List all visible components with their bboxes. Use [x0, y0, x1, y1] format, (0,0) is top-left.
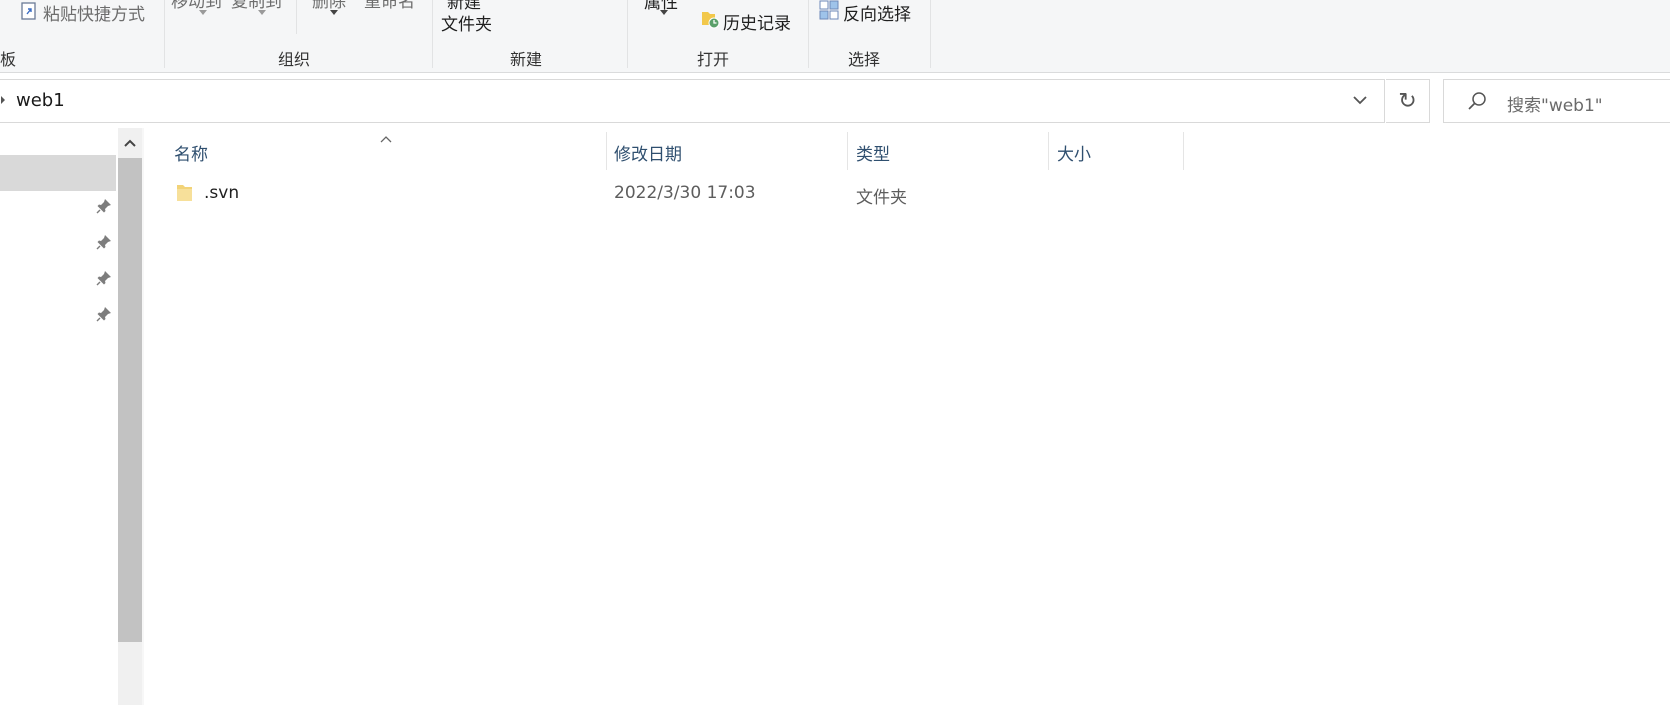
pin-icon[interactable]	[96, 234, 112, 254]
address-path[interactable]: web1	[16, 90, 65, 111]
column-separator[interactable]	[606, 132, 607, 170]
column-header-name[interactable]: 名称	[174, 140, 208, 165]
copy-to-dropdown-icon[interactable]	[258, 10, 266, 15]
history-button[interactable]: 历史记录	[723, 9, 791, 34]
new-folder-button[interactable]: 文件夹	[441, 10, 492, 35]
chevron-up-icon	[124, 139, 136, 147]
column-separator[interactable]	[1183, 132, 1184, 170]
pin-icon[interactable]	[96, 270, 112, 290]
select-group-label: 选择	[848, 50, 881, 69]
invert-selection-button[interactable]: 反向选择	[843, 0, 911, 25]
breadcrumb-arrow-icon[interactable]	[1, 96, 5, 104]
refresh-icon: ↻	[1398, 88, 1417, 114]
file-name[interactable]: .svn	[204, 183, 239, 203]
pane-divider[interactable]	[142, 128, 144, 705]
sort-ascending-icon	[379, 129, 393, 148]
move-to-dropdown-icon[interactable]	[199, 10, 207, 15]
invert-selection-icon[interactable]	[819, 0, 839, 24]
scroll-up-button[interactable]	[118, 128, 142, 158]
scrollbar-thumb[interactable]	[118, 158, 142, 642]
move-to-button[interactable]: 移动到	[171, 0, 222, 12]
delete-button[interactable]: 删除	[312, 0, 346, 12]
column-header-type[interactable]: 类型	[856, 140, 890, 165]
ribbon-separator	[432, 0, 433, 68]
search-icon	[1466, 90, 1488, 116]
column-header-modified[interactable]: 修改日期	[614, 140, 682, 165]
search-input[interactable]: 搜索"web1"	[1507, 91, 1603, 116]
properties-dropdown-icon[interactable]	[660, 10, 668, 15]
copy-to-button[interactable]: 复制到	[231, 0, 282, 12]
paste-shortcut-button[interactable]: 粘贴快捷方式	[43, 0, 145, 25]
folder-icon	[176, 183, 194, 207]
chevron-down-icon[interactable]	[1352, 92, 1368, 112]
search-box[interactable]: 搜索"web1"	[1443, 79, 1670, 123]
organize-group-label: 组织	[278, 50, 311, 69]
clipboard-group-label: 板	[0, 50, 17, 69]
history-icon[interactable]	[700, 9, 720, 33]
column-header-size[interactable]: 大小	[1057, 140, 1091, 165]
delete-dropdown-icon[interactable]	[330, 10, 338, 15]
ribbon-separator	[164, 0, 165, 68]
address-bar[interactable]: web1	[0, 79, 1385, 123]
paste-shortcut-icon[interactable]	[21, 1, 37, 25]
column-separator[interactable]	[847, 132, 848, 170]
nav-item-selected[interactable]	[0, 155, 116, 191]
file-modified: 2022/3/30 17:03	[614, 183, 756, 203]
ribbon-separator	[296, 0, 297, 34]
ribbon-separator	[808, 0, 809, 68]
ribbon-separator	[627, 0, 628, 68]
new-group-label: 新建	[510, 50, 543, 69]
ribbon-separator	[930, 0, 931, 68]
pin-icon[interactable]	[96, 198, 112, 218]
ribbon: 粘贴快捷方式 板 移动到 复制到 删除 重命名 组织 新建 文件夹 新建 属性 …	[0, 0, 1670, 73]
open-group-label: 打开	[697, 50, 730, 69]
rename-button[interactable]: 重命名	[364, 0, 415, 12]
pin-icon[interactable]	[96, 306, 112, 326]
column-separator[interactable]	[1048, 132, 1049, 170]
refresh-button[interactable]: ↻	[1386, 79, 1430, 123]
file-type: 文件夹	[856, 188, 907, 208]
